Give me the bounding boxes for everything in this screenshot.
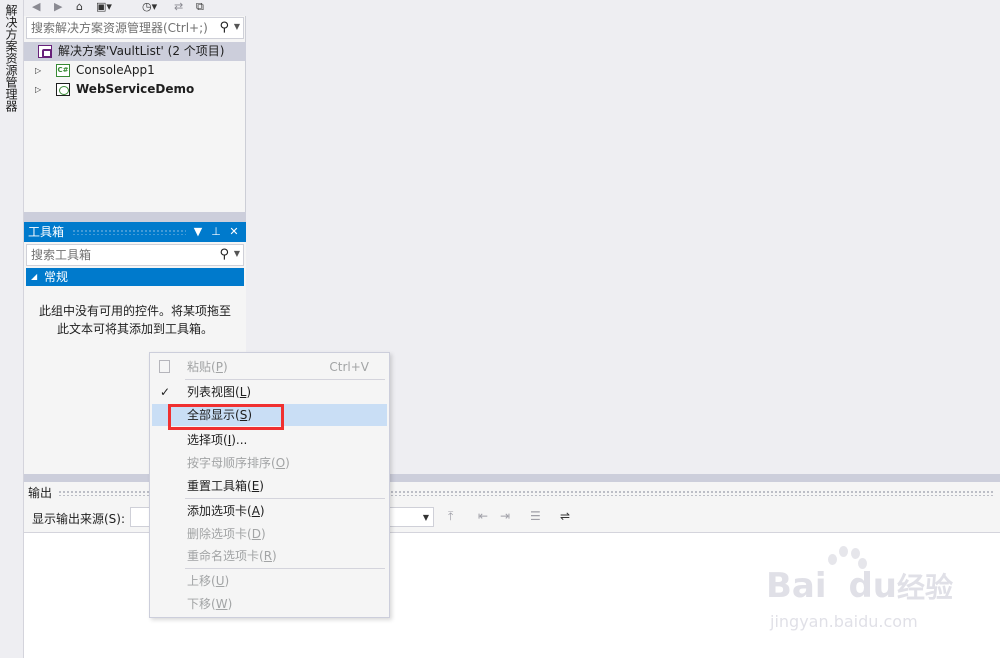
menu-accelerator: A: [251, 504, 260, 518]
solution-tree: 解决方案'VaultList' (2 个项目) ▷ C# ConsoleApp1…: [24, 42, 246, 99]
back-icon[interactable]: ◀: [32, 0, 40, 14]
sync-icon[interactable]: ⇄: [174, 0, 183, 14]
menu-item-paste[interactable]: 粘贴(P) Ctrl+V: [152, 356, 387, 378]
chevron-down-icon[interactable]: ▼: [234, 249, 240, 258]
forward-icon[interactable]: ▶: [54, 0, 62, 14]
watermark-brand: Baixdu经验: [766, 566, 954, 606]
menu-accelerator: W: [215, 597, 228, 611]
csharp-project-icon: C#: [56, 64, 70, 77]
tree-item-consoleapp[interactable]: ▷ C# ConsoleApp1: [24, 61, 246, 80]
paste-icon: [159, 360, 170, 373]
menu-label-end: ): [272, 549, 277, 563]
menu-accelerator: D: [251, 527, 261, 541]
tree-item-label: ConsoleApp1: [76, 63, 155, 77]
output-title: 输出: [28, 486, 53, 500]
menu-accelerator: O: [275, 456, 286, 470]
menu-item-choose-items[interactable]: 选择项(I)...: [152, 429, 387, 451]
find-message-icon[interactable]: ⤒: [448, 509, 453, 524]
menu-label-end: ): [260, 527, 266, 541]
tree-item-solution[interactable]: 解决方案'VaultList' (2 个项目): [24, 42, 246, 61]
solution-search-input[interactable]: [27, 18, 207, 38]
menu-accelerator: P: [215, 360, 223, 374]
menu-label: 上移(: [187, 574, 216, 588]
menu-label-end: ): [246, 385, 252, 399]
pin-icon[interactable]: ⊥: [208, 222, 224, 242]
home-icon[interactable]: ⌂: [76, 0, 83, 14]
menu-item-move-up[interactable]: 上移(U): [152, 570, 387, 592]
toolbox-search-input[interactable]: [27, 245, 207, 265]
output-source-label: 显示输出来源(S):: [32, 512, 126, 526]
menu-label: 按字母顺序排序(: [187, 456, 276, 470]
toolbox-title: 工具箱: [28, 225, 65, 239]
menu-item-list-view[interactable]: ✓ 列表视图(L): [152, 381, 387, 403]
group-label: 常规: [44, 270, 69, 284]
checkmark-icon: ✓: [160, 385, 171, 399]
menu-label: 添加选项卡(: [187, 504, 252, 518]
solution-search-box[interactable]: ⚲ ▼: [26, 17, 244, 39]
menu-label: 粘贴(: [187, 360, 216, 374]
toolbox-title-bar[interactable]: 工具箱 ▼ ⊥ ✕: [24, 222, 246, 242]
menu-separator: [185, 568, 385, 569]
menu-shortcut: Ctrl+V: [329, 360, 369, 374]
search-icon[interactable]: ⚲: [219, 20, 229, 35]
window-position-icon[interactable]: ▼: [190, 222, 206, 242]
history-icon[interactable]: ◷▾: [142, 0, 157, 14]
menu-item-move-down[interactable]: 下移(W): [152, 593, 387, 615]
menu-separator: [185, 498, 385, 499]
search-icon[interactable]: ⚲: [219, 247, 229, 262]
web-project-icon: [56, 83, 70, 96]
menu-label-end: ): [259, 504, 265, 518]
menu-label-end: ): [224, 574, 230, 588]
expand-arrow-icon[interactable]: ▷: [35, 61, 41, 80]
panel-splitter[interactable]: [24, 212, 246, 222]
menu-label-end: ): [285, 456, 290, 470]
empty-message-line: 此文本可将其添加到工具箱。: [56, 322, 213, 336]
tree-item-webservicedemo[interactable]: ▷ WebServiceDemo: [24, 80, 246, 99]
next-message-icon[interactable]: ⇥: [500, 509, 510, 523]
menu-label-end: ): [227, 597, 233, 611]
switch-views-icon[interactable]: ▣▾: [96, 0, 112, 14]
menu-separator: [185, 379, 385, 380]
word-wrap-icon[interactable]: ⇌: [560, 509, 570, 523]
previous-message-icon[interactable]: ⇤: [478, 509, 488, 523]
menu-item-reset-toolbox[interactable]: 重置工具箱(E): [152, 475, 387, 497]
menu-label-end: ): [222, 360, 228, 374]
annotation-highlight-box: [168, 404, 284, 430]
solution-explorer-side-tab[interactable]: 解决方案资源管理器: [2, 4, 20, 112]
collapse-all-icon[interactable]: ⧉: [196, 0, 204, 14]
menu-label-end: ): [259, 479, 264, 493]
tree-item-label: WebServiceDemo: [76, 82, 195, 96]
menu-item-rename-tab[interactable]: 重命名选项卡(R): [152, 545, 387, 567]
chevron-down-icon[interactable]: ▼: [234, 22, 240, 31]
toolbox-search-box[interactable]: ⚲ ▼: [26, 244, 244, 266]
empty-message-line: 此组中没有可用的控件。将某项拖至: [38, 304, 231, 318]
title-grip: [72, 229, 186, 235]
chevron-down-icon[interactable]: ▼: [423, 513, 429, 522]
baidu-watermark: Baixdu经验 jingyan.baidu.com: [766, 546, 956, 636]
side-tab-strip: 解决方案资源管理器: [0, 0, 24, 658]
close-icon[interactable]: ✕: [226, 222, 242, 242]
collapse-triangle-icon[interactable]: ◢: [31, 268, 37, 286]
clear-all-icon[interactable]: ☰: [530, 509, 541, 523]
solution-explorer-toolbar: ◀ ▶ ⌂ ▣▾ ◷▾ ⇄ ⧉: [24, 0, 246, 16]
solution-explorer-panel: ◀ ▶ ⌂ ▣▾ ◷▾ ⇄ ⧉ ⚲ ▼ 解决方案'VaultList' (2 个…: [24, 0, 246, 212]
menu-item-delete-tab[interactable]: 删除选项卡(D): [152, 523, 387, 545]
menu-label: 列表视图(: [187, 385, 240, 399]
menu-accelerator: R: [263, 549, 273, 563]
menu-label: 重命名选项卡(: [187, 549, 264, 563]
menu-label-end: )...: [231, 433, 248, 447]
menu-label: 重置工具箱(: [187, 479, 252, 493]
solution-icon: [38, 45, 52, 58]
menu-label: 选择项(: [187, 433, 228, 447]
toolbox-context-menu: 粘贴(P) Ctrl+V ✓ 列表视图(L) 全部显示(S) 选择项(I)...…: [149, 352, 390, 618]
toolbox-group-general[interactable]: ◢ 常规: [26, 268, 244, 286]
tree-item-label: 解决方案'VaultList' (2 个项目): [58, 44, 225, 58]
watermark-url: jingyan.baidu.com: [770, 612, 918, 631]
menu-label: 删除选项卡(: [187, 527, 252, 541]
menu-item-sort-alphabetically[interactable]: 按字母顺序排序(O): [152, 452, 387, 474]
menu-label: 下移(: [187, 597, 216, 611]
toolbox-empty-message: 此组中没有可用的控件。将某项拖至 此文本可将其添加到工具箱。: [32, 302, 238, 338]
menu-item-add-tab[interactable]: 添加选项卡(A): [152, 500, 387, 522]
expand-arrow-icon[interactable]: ▷: [35, 80, 41, 99]
